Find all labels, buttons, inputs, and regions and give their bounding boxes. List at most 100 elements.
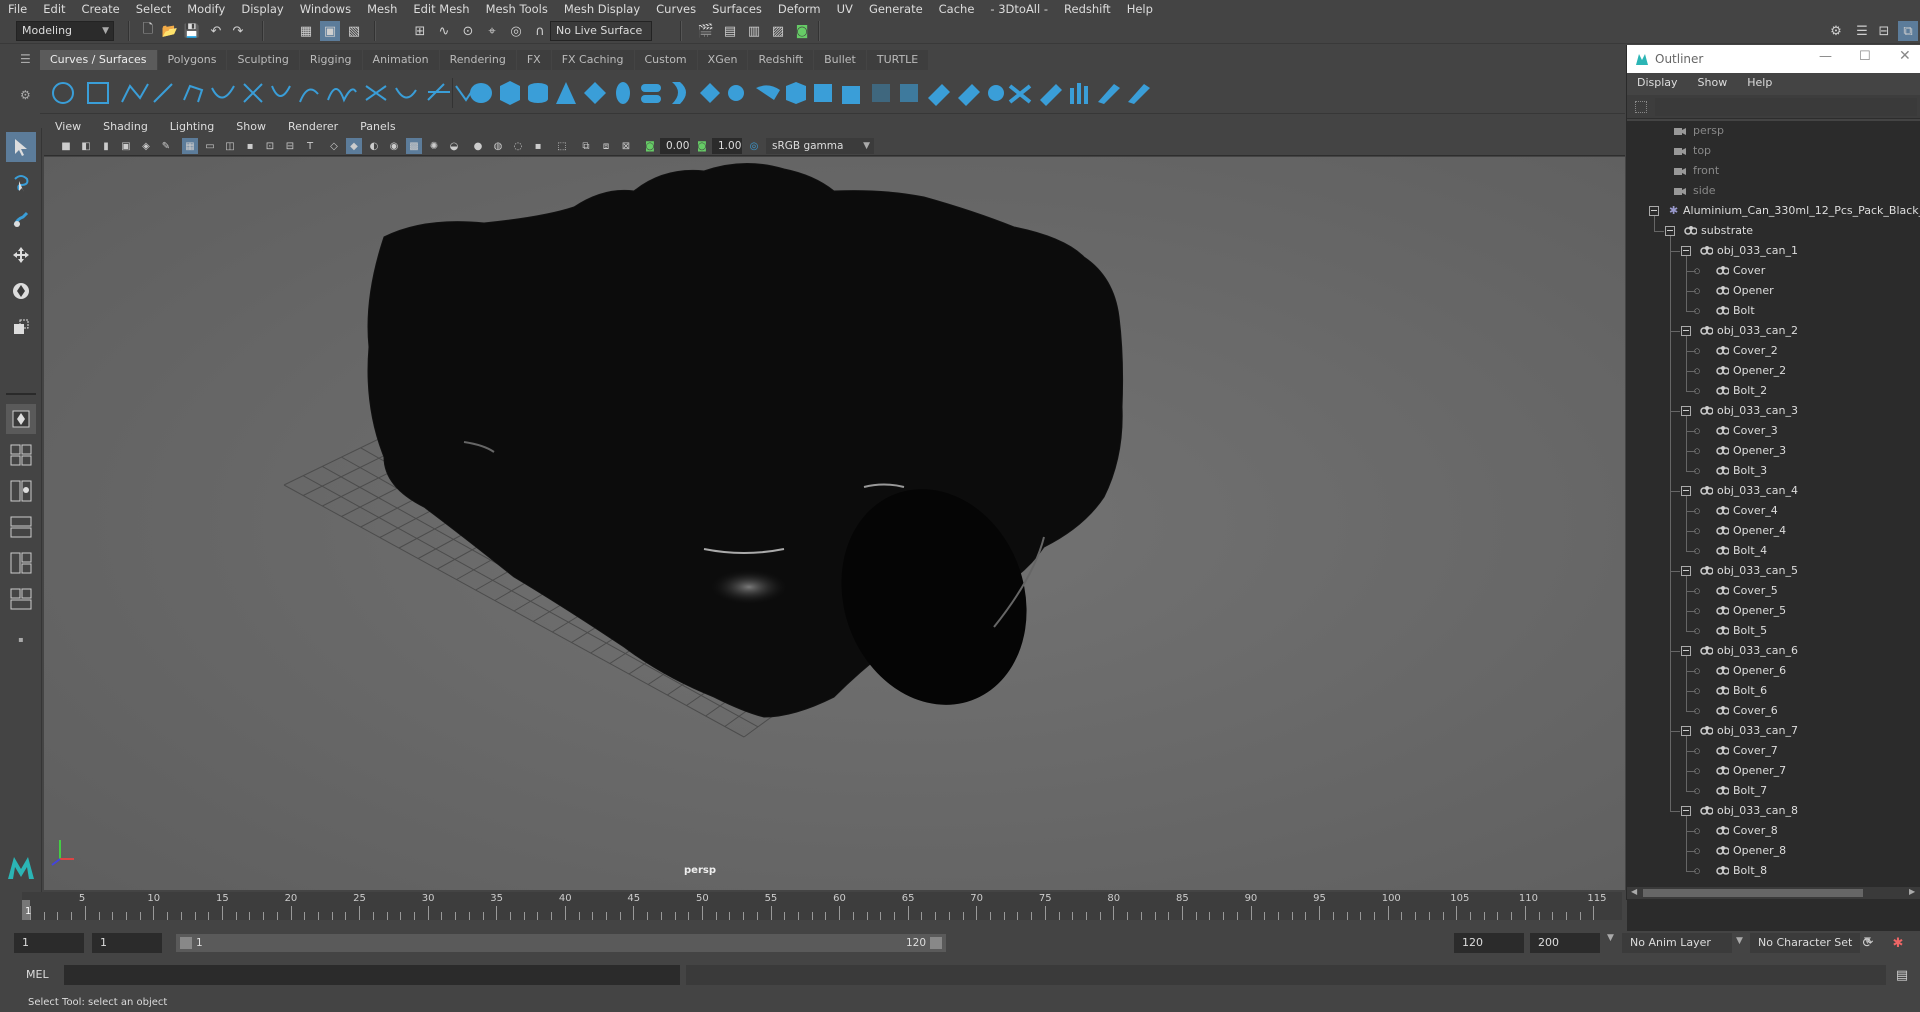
playback-start-field[interactable]: 1 <box>92 933 162 953</box>
move-tool-icon[interactable] <box>6 240 36 270</box>
magnet-icon[interactable]: ∩ <box>530 21 550 41</box>
textured-icon[interactable]: ◉ <box>386 138 402 154</box>
filter-icon[interactable] <box>1635 101 1647 113</box>
modeling-toolkit-icon[interactable]: ⧉ <box>1898 21 1918 41</box>
menu-3dtoall[interactable]: - 3DtoAll - <box>982 0 1056 18</box>
open-scene-icon[interactable]: 📂 <box>160 21 180 41</box>
menu-mesh-display[interactable]: Mesh Display <box>556 0 648 18</box>
xray-joints-icon[interactable]: ⧉ <box>578 138 594 154</box>
four-view-layout-icon[interactable] <box>6 440 36 470</box>
panel-menu-view[interactable]: View <box>44 118 92 135</box>
menu-create[interactable]: Create <box>74 0 128 18</box>
exposure-icon[interactable]: ◙ <box>642 138 658 154</box>
attribute-editor-icon[interactable]: ⊟ <box>1874 21 1894 41</box>
film-gate-icon[interactable]: ▭ <box>202 138 218 154</box>
color-management-icon[interactable]: ◎ <box>746 138 762 154</box>
menu-mesh[interactable]: Mesh <box>359 0 405 18</box>
shelf-settings-icon[interactable]: ⚙ <box>20 88 34 102</box>
select-tool-icon[interactable] <box>6 132 36 162</box>
exposure-field[interactable]: 0.00 <box>660 138 690 154</box>
single-perspective-layout-icon[interactable] <box>6 404 36 434</box>
snap-view-icon[interactable]: ⌖ <box>482 21 502 41</box>
panel-menu-shading[interactable]: Shading <box>92 118 159 135</box>
bookmark-icon[interactable]: ▮ <box>98 138 114 154</box>
shelf-tab-bullet[interactable]: Bullet <box>814 50 866 70</box>
outliner-search-input[interactable] <box>1655 98 1917 116</box>
menu-select[interactable]: Select <box>128 0 179 18</box>
menu-deform[interactable]: Deform <box>770 0 829 18</box>
collapse-toggle-icon[interactable] <box>1681 726 1691 736</box>
field-chart-icon[interactable]: ⊡ <box>262 138 278 154</box>
outliner-item-mesh[interactable]: ○ Cover_8 <box>1627 821 1920 841</box>
channel-box-icon[interactable]: ☰ <box>1852 21 1872 41</box>
shelf-menu-icon[interactable]: ☰ <box>20 52 34 66</box>
redo-icon[interactable]: ↷ <box>228 21 248 41</box>
render-icon[interactable]: ▥ <box>744 21 764 41</box>
persp-hypershade-layout-icon[interactable] <box>6 548 36 578</box>
depth-of-field-icon[interactable]: ◌ <box>510 138 526 154</box>
sidebar-toggle-icon[interactable]: ⚙ <box>1826 21 1846 41</box>
wireframe-icon[interactable]: ◇ <box>326 138 342 154</box>
gamma-icon[interactable]: ◙ <box>694 138 710 154</box>
start-time-field[interactable]: 1 <box>14 933 84 953</box>
rotate-tool-icon[interactable] <box>6 276 36 306</box>
xray-icon[interactable]: ⬚ <box>554 138 570 154</box>
script-language-label[interactable]: MEL <box>26 968 49 981</box>
save-scene-icon[interactable]: 💾 <box>182 21 202 41</box>
outliner-item-mesh[interactable]: ○ Opener_8 <box>1627 841 1920 861</box>
hypershade-icon[interactable]: ◙ <box>792 21 812 41</box>
menu-display[interactable]: Display <box>233 0 291 18</box>
scrollbar-thumb[interactable] <box>1643 889 1863 897</box>
menu-edit-mesh[interactable]: Edit Mesh <box>405 0 477 18</box>
menu-file[interactable]: File <box>0 0 35 18</box>
xray-components-icon[interactable]: ⧈ <box>598 138 614 154</box>
panel-menu-show[interactable]: Show <box>225 118 277 135</box>
minimize-icon[interactable]: — <box>1819 49 1832 64</box>
select-component-icon[interactable]: ▧ <box>344 21 364 41</box>
ipr-render-icon[interactable]: ▨ <box>768 21 788 41</box>
mode-dropdown[interactable]: Modeling ▼ <box>16 21 114 41</box>
gamma-field[interactable]: 1.00 <box>712 138 742 154</box>
shelf-tab-turtle[interactable]: TURTLE <box>866 50 929 70</box>
command-input[interactable] <box>64 965 680 985</box>
snap-curve-icon[interactable]: ∿ <box>434 21 454 41</box>
shelf-tab-custom[interactable]: Custom <box>634 50 697 70</box>
menu-curves[interactable]: Curves <box>648 0 704 18</box>
grid-toggle-icon[interactable]: ▦ <box>182 138 198 154</box>
outliner-item-root[interactable]: ✱ Aluminium_Can_330ml_12_Pcs_Pack_Black_n… <box>1627 201 1920 221</box>
menu-mesh-tools[interactable]: Mesh Tools <box>478 0 556 18</box>
outliner-item-mesh[interactable]: ○ Bolt_8 <box>1627 861 1920 881</box>
multisample-aa-icon[interactable]: ◍ <box>490 138 506 154</box>
scale-tool-icon[interactable] <box>6 312 36 342</box>
menu-uv[interactable]: UV <box>829 0 861 18</box>
maximize-icon[interactable]: ☐ <box>1859 49 1871 64</box>
snap-grid-icon[interactable]: ⊞ <box>410 21 430 41</box>
image-plane-icon[interactable]: ▣ <box>118 138 134 154</box>
toolbox-more-icon[interactable]: ▪ <box>6 624 36 654</box>
shelf-tab-xgen[interactable]: XGen <box>697 50 748 70</box>
safe-action-icon[interactable]: ⊟ <box>282 138 298 154</box>
gate-mask-icon[interactable]: ▪ <box>242 138 258 154</box>
panel-menu-lighting[interactable]: Lighting <box>159 118 225 135</box>
snap-surface-icon[interactable]: ◎ <box>506 21 526 41</box>
end-time-field[interactable]: 200 <box>1530 933 1600 953</box>
menu-surfaces[interactable]: Surfaces <box>704 0 770 18</box>
shelf-tab-curves-surfaces[interactable]: Curves / Surfaces <box>40 50 157 70</box>
select-camera-icon[interactable]: ■ <box>58 138 74 154</box>
menu-windows[interactable]: Windows <box>292 0 359 18</box>
persp-outliner-layout-icon[interactable] <box>6 476 36 506</box>
undo-icon[interactable]: ↶ <box>206 21 226 41</box>
shelf-tab-redshift[interactable]: Redshift <box>748 50 814 70</box>
motion-blur-icon[interactable]: ● <box>470 138 486 154</box>
collapse-toggle-icon[interactable] <box>1681 566 1691 576</box>
shelf-tab-animation[interactable]: Animation <box>362 50 439 70</box>
playback-end-field[interactable]: 120 <box>1454 933 1524 953</box>
chevron-down-icon[interactable]: ▼ <box>1607 933 1614 943</box>
grease-pencil-icon[interactable]: ✎ <box>158 138 174 154</box>
collapse-toggle-icon[interactable] <box>1681 486 1691 496</box>
menu-help[interactable]: Help <box>1119 0 1161 18</box>
scroll-right-icon[interactable]: ▶ <box>1909 887 1915 896</box>
isolate-select-icon[interactable]: ▪ <box>530 138 546 154</box>
collapse-toggle-icon[interactable] <box>1681 646 1691 656</box>
outliner-item-camera[interactable]: front <box>1627 161 1920 181</box>
